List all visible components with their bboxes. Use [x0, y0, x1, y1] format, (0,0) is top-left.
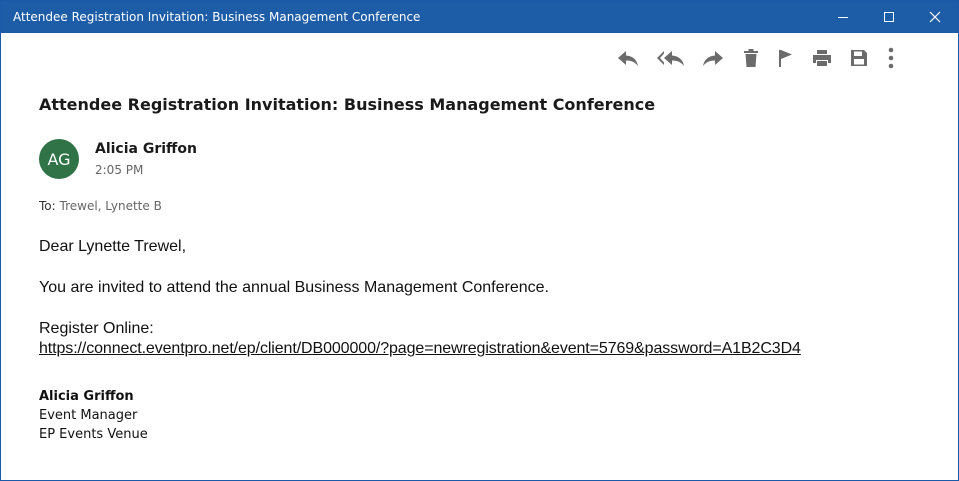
recipient-name[interactable]: Trewel, Lynette B	[60, 199, 162, 213]
forward-icon	[703, 51, 723, 66]
title-bar[interactable]: Attendee Registration Invitation: Busine…	[1, 1, 958, 33]
sender-name[interactable]: Alicia Griffon	[95, 141, 197, 157]
close-button[interactable]	[912, 1, 958, 33]
signature-role: Event Manager	[39, 408, 138, 423]
avatar: AG	[39, 139, 79, 179]
save-button[interactable]	[844, 41, 874, 75]
signature-venue: EP Events Venue	[39, 427, 148, 442]
flag-icon	[779, 50, 792, 67]
forward-button[interactable]	[694, 41, 732, 75]
close-icon	[929, 11, 941, 23]
greeting-text: Dear Lynette Trewel,	[39, 238, 187, 255]
maximize-icon	[884, 12, 894, 22]
registration-link[interactable]: https://connect.eventpro.net/ep/client/D…	[39, 340, 801, 358]
signature-name: Alicia Griffon	[39, 389, 134, 404]
print-icon	[813, 50, 831, 66]
to-label: To:	[39, 199, 56, 213]
flag-button[interactable]	[770, 41, 800, 75]
invitation-text: You are invited to attend the annual Bus…	[39, 279, 549, 296]
print-button[interactable]	[800, 41, 844, 75]
window-controls	[820, 1, 958, 33]
reply-icon	[618, 51, 638, 66]
minimize-button[interactable]	[820, 1, 866, 33]
delete-button[interactable]	[732, 41, 770, 75]
window-title: Attendee Registration Invitation: Busine…	[13, 10, 421, 24]
register-label: Register Online:	[39, 320, 154, 337]
maximize-button[interactable]	[866, 1, 912, 33]
more-options-icon	[888, 47, 894, 69]
message-toolbar	[608, 41, 908, 75]
reply-all-icon	[657, 51, 684, 66]
reply-all-button[interactable]	[648, 41, 694, 75]
delete-icon	[744, 49, 758, 67]
email-subject: Attendee Registration Invitation: Busine…	[39, 95, 656, 114]
recipient-line: To: Trewel, Lynette B	[39, 199, 162, 213]
save-icon	[851, 50, 867, 66]
reply-button[interactable]	[608, 41, 648, 75]
minimize-icon	[838, 17, 848, 18]
sent-time: 2:05 PM	[95, 163, 144, 177]
more-options-button[interactable]	[874, 41, 908, 75]
email-window: Attendee Registration Invitation: Busine…	[0, 0, 959, 481]
